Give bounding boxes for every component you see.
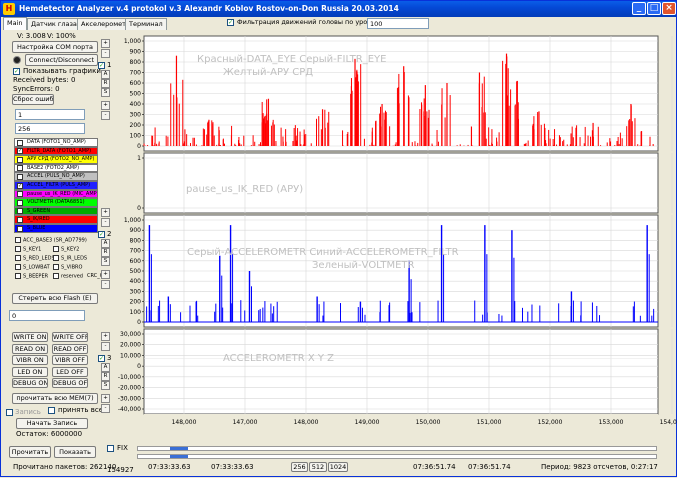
end-time-1: 07:36:51.74 — [413, 463, 456, 471]
y-tick-label: 800 — [130, 59, 142, 66]
x-tick-label: 150,000 — [416, 419, 441, 426]
y-tick-label: 200 — [130, 122, 142, 129]
start-time-2: 07:33:33.63 — [211, 463, 254, 471]
y-tick-label: 900 — [130, 227, 142, 234]
y-tick-label: 800 — [130, 237, 142, 244]
y-tick-label: 300 — [130, 112, 142, 119]
plot1-legend-a: Красный-DATA_EYE Серый-FILTR_EYE — [197, 54, 387, 65]
y-tick-label: 1,000 — [124, 38, 141, 45]
x-tick-label: 154,000 — [660, 419, 677, 426]
zoom-1024-button[interactable]: 1024 — [328, 462, 348, 472]
y-tick-label: 500 — [130, 91, 142, 98]
plot-panel-2 — [143, 152, 659, 214]
plot-panel-4 — [143, 328, 659, 415]
x-tick-label: 147,000 — [233, 419, 258, 426]
y-tick-label: 100 — [130, 309, 142, 316]
y-tick-label: 30,000 — [120, 331, 141, 338]
y-tick-label: -30,000 — [118, 395, 141, 402]
y-tick-label: 600 — [130, 80, 142, 87]
y-tick-label: 0 — [137, 319, 141, 326]
y-tick-label: 700 — [130, 248, 142, 255]
plot1-legend-b: Желтый-АРУ СРД — [223, 67, 314, 78]
x-tick-label: 148,000 — [172, 419, 197, 426]
end-time-2: 07:36:51.74 — [468, 463, 511, 471]
y-tick-label: -20,000 — [118, 385, 141, 392]
y-tick-label: 600 — [130, 258, 142, 265]
slider-thumb-1[interactable] — [170, 447, 188, 450]
y-tick-label: 200 — [130, 299, 142, 306]
slider-thumb-2[interactable] — [170, 455, 188, 458]
start-time-1: 07:33:33.63 — [148, 463, 191, 471]
y-tick-label: 0 — [137, 205, 141, 212]
x-tick-label: 149,000 — [355, 419, 380, 426]
fix-checkbox[interactable] — [107, 445, 114, 452]
x-tick-label: 153,000 — [599, 419, 624, 426]
y-tick-label: 400 — [130, 101, 142, 108]
y-tick-label: 100 — [130, 133, 142, 140]
y-tick-label: 500 — [130, 268, 142, 275]
period-label: Период: 9823 отсчетов, 0:27:17 — [541, 463, 658, 471]
zoom-256-button[interactable]: 256 — [291, 462, 308, 472]
y-tick-label: 300 — [130, 288, 142, 295]
app-window: H Hemdetector Analyzer v.4 protokol v.3 … — [0, 0, 677, 477]
y-tick-label: 900 — [130, 49, 142, 56]
x-tick-label: 152,000 — [538, 419, 563, 426]
y-tick-label: 0 — [137, 363, 141, 370]
plot4-legend: ACCELEROMETR X Y Z — [223, 353, 335, 364]
y-tick-label: 700 — [130, 70, 142, 77]
y-tick-label: 1,000 — [124, 217, 141, 224]
plot-canvas: 1,000 900 800 700 600 500 400 300 200 100 0 1 0 1,000… — [118, 35, 677, 427]
timeline-slider-1[interactable] — [137, 446, 657, 451]
x-tick-label: 148,000 — [294, 419, 319, 426]
plot3-legend-b: Зеленый-VOLTMETR — [312, 260, 415, 271]
fix-label: FIX — [117, 444, 128, 452]
y-tick-label: 400 — [130, 278, 142, 285]
y-tick-label: -10,000 — [118, 374, 141, 381]
plot3-legend-a: Серый-ACCELEROMETR Синий-ACCELEROMETR_FI… — [187, 247, 459, 258]
y-tick-label: 0 — [137, 143, 141, 150]
zoom-512-button[interactable]: 512 — [309, 462, 327, 472]
plot2-legend: pause_us_IK_RED (АРУ) — [186, 184, 304, 195]
y-tick-label: 10,000 — [120, 352, 141, 359]
x-axis-strip — [144, 414, 658, 427]
timeline-slider-2[interactable] — [137, 454, 657, 459]
x-tick-label: 151,000 — [477, 419, 502, 426]
y-tick-label: 1 — [137, 155, 141, 162]
y-tick-label: -40,000 — [118, 406, 141, 413]
y-tick-label: 20,000 — [120, 342, 141, 349]
